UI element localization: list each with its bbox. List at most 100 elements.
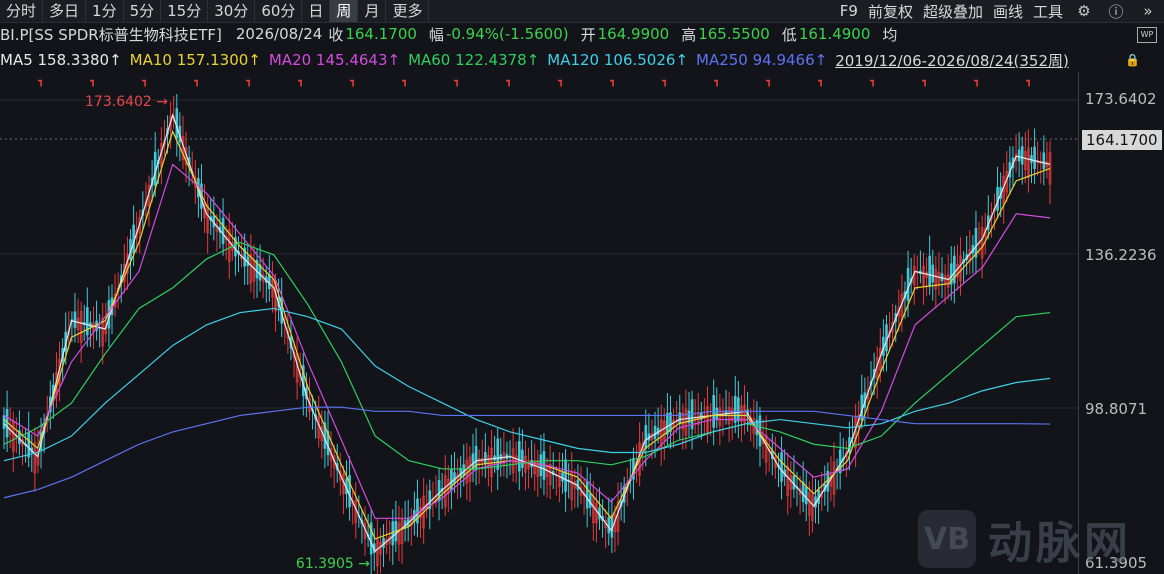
- candle-body: [737, 397, 740, 422]
- period-marker: ┓: [766, 76, 772, 87]
- candle-body: [539, 454, 543, 477]
- period-marker: ┓: [298, 76, 304, 87]
- ma120-legend: MA120 106.5026↑: [547, 51, 689, 69]
- candle-body: [1020, 146, 1024, 165]
- open-value: 164.9900: [597, 25, 670, 43]
- period-marker: ┓: [974, 76, 980, 87]
- wp-icon[interactable]: WP: [1137, 27, 1157, 43]
- y-tick-label: 173.6402: [1085, 90, 1157, 108]
- period-marker: ┓: [1026, 76, 1032, 87]
- candle-body: [484, 452, 487, 465]
- overlay-button[interactable]: 超级叠加: [918, 1, 988, 22]
- timeframe-tab[interactable]: 月: [358, 0, 387, 22]
- period-marker: ┓: [870, 76, 876, 87]
- period-marker: ┓: [90, 76, 96, 87]
- current-price-label: 164.1700: [1082, 130, 1162, 150]
- range-label: 2019/12/06-2026/08/24(352周): [835, 51, 1069, 70]
- candle-body: [268, 274, 271, 289]
- timeframe-tab[interactable]: 多日: [43, 0, 87, 22]
- timeframe-tab[interactable]: 日: [302, 0, 331, 22]
- period-marker: ┓: [38, 76, 44, 87]
- candle-body: [521, 449, 524, 469]
- timeframe-tab[interactable]: 30分: [208, 0, 256, 22]
- timeframe-tab[interactable]: 15分: [161, 0, 209, 22]
- period-marker: ┓: [402, 76, 408, 87]
- candle-body: [715, 407, 719, 420]
- timeframe-tab[interactable]: 60分: [255, 0, 303, 22]
- low-value: 161.4900: [798, 25, 871, 43]
- tools-button[interactable]: 工具: [1028, 1, 1068, 22]
- period-marker: ┓: [246, 76, 252, 87]
- ma-legend: MA5 158.3380↑ MA10 157.1300↑ MA20 145.46…: [0, 49, 1164, 71]
- candle-body: [27, 431, 30, 458]
- timeframe-tab[interactable]: 分时: [0, 0, 44, 22]
- candle-body: [564, 459, 567, 492]
- candle-body: [561, 472, 564, 482]
- gear-icon[interactable]: ⚙: [1068, 2, 1100, 20]
- period-marker: ┓: [142, 76, 148, 87]
- change-label: 幅: [428, 25, 444, 44]
- ma10-legend: MA10 157.1300↑: [129, 51, 261, 69]
- period-marker: ┓: [506, 76, 512, 87]
- quote-date: 2026/08/24: [235, 25, 323, 43]
- lock-icon[interactable]: 🔒: [1125, 53, 1140, 67]
- f9-button[interactable]: F9: [835, 2, 863, 20]
- close-value: 164.1700: [345, 25, 417, 43]
- toolbar-tools: F9 前复权 超级叠加 画线 工具 ⚙ ⓘ »: [835, 1, 1164, 22]
- watermark-logo: VB: [918, 510, 976, 568]
- period-marker: ┓: [922, 76, 928, 87]
- candle-body: [496, 438, 499, 470]
- timeframe-tab[interactable]: 1分: [86, 0, 124, 22]
- avg-label: 均: [882, 25, 898, 44]
- open-label: 开: [580, 25, 596, 44]
- period-marker: ┓: [558, 76, 564, 87]
- candle-body: [1030, 155, 1033, 163]
- timeframe-tab[interactable]: 周: [330, 0, 359, 22]
- candle-body: [2, 415, 6, 429]
- candle-body: [1033, 146, 1036, 170]
- close-label: 收: [328, 25, 344, 44]
- candle-body: [644, 425, 648, 449]
- timeframe-tab[interactable]: 更多: [386, 0, 430, 22]
- adjust-button[interactable]: 前复权: [863, 1, 918, 22]
- candle-body: [1017, 149, 1021, 162]
- high-value: 165.5500: [698, 25, 770, 43]
- period-marker: ┓: [454, 76, 460, 87]
- candle-body: [928, 255, 931, 287]
- candle-body: [733, 395, 737, 423]
- candle-body: [780, 452, 783, 482]
- period-marker: ┓: [610, 76, 616, 87]
- ma60-legend: MA60 122.4378↑: [408, 51, 540, 69]
- draw-line-button[interactable]: 画线: [988, 1, 1028, 22]
- low-label: 低: [781, 25, 797, 44]
- watermark: VB 动脉网: [918, 507, 1132, 571]
- ma250-legend: MA250 94.9466↑: [696, 51, 828, 69]
- timeframe-tab[interactable]: 5分: [124, 0, 162, 22]
- quote-info: BI.P[SS SPDR标普生物科技ETF] 2026/08/24 收 164.…: [0, 23, 1164, 45]
- candle-body: [653, 425, 657, 440]
- high-label: 高: [681, 25, 697, 44]
- watermark-text: 动脉网: [988, 518, 1132, 569]
- ma20-legend: MA20 145.4643↑: [268, 51, 401, 69]
- candle-body: [906, 267, 910, 301]
- candle-body: [1042, 152, 1046, 170]
- candle-body: [73, 311, 77, 328]
- candle-body: [804, 486, 808, 505]
- double-chevron-icon[interactable]: »: [1132, 2, 1164, 20]
- y-tick-label: 98.8071: [1085, 400, 1148, 418]
- period-marker: ┓: [350, 76, 356, 87]
- candle-body: [86, 307, 89, 336]
- period-marker: ┓: [818, 76, 824, 87]
- toolbar: 分时 多日 1分 5分 15分 30分 60分日周月更多 F9 前复权 超级叠加 画线 工具…: [0, 0, 1164, 23]
- change-value: -0.94%(-1.5600): [445, 25, 569, 43]
- security-name: BI.P[SS SPDR标普生物科技ETF]: [0, 25, 222, 44]
- candle-body: [801, 481, 805, 503]
- candle-body: [678, 412, 682, 424]
- period-marker: ┓: [194, 76, 200, 87]
- candle-body: [792, 475, 796, 490]
- price-chart[interactable]: 173.6402 → 61.3905 → ┓ ┓ ┓ ┓ ┓ ┓ ┓ ┓ ┓ ┓ ┓ ┓ ┓ ┓ ┓ ┓ ┓ ┓ ┓ ┓: [0, 72, 1078, 574]
- y-tick-label: 136.2236: [1085, 246, 1157, 264]
- candle-body: [931, 264, 935, 283]
- help-icon[interactable]: ⓘ: [1100, 1, 1132, 22]
- period-marker: ┓: [662, 76, 668, 87]
